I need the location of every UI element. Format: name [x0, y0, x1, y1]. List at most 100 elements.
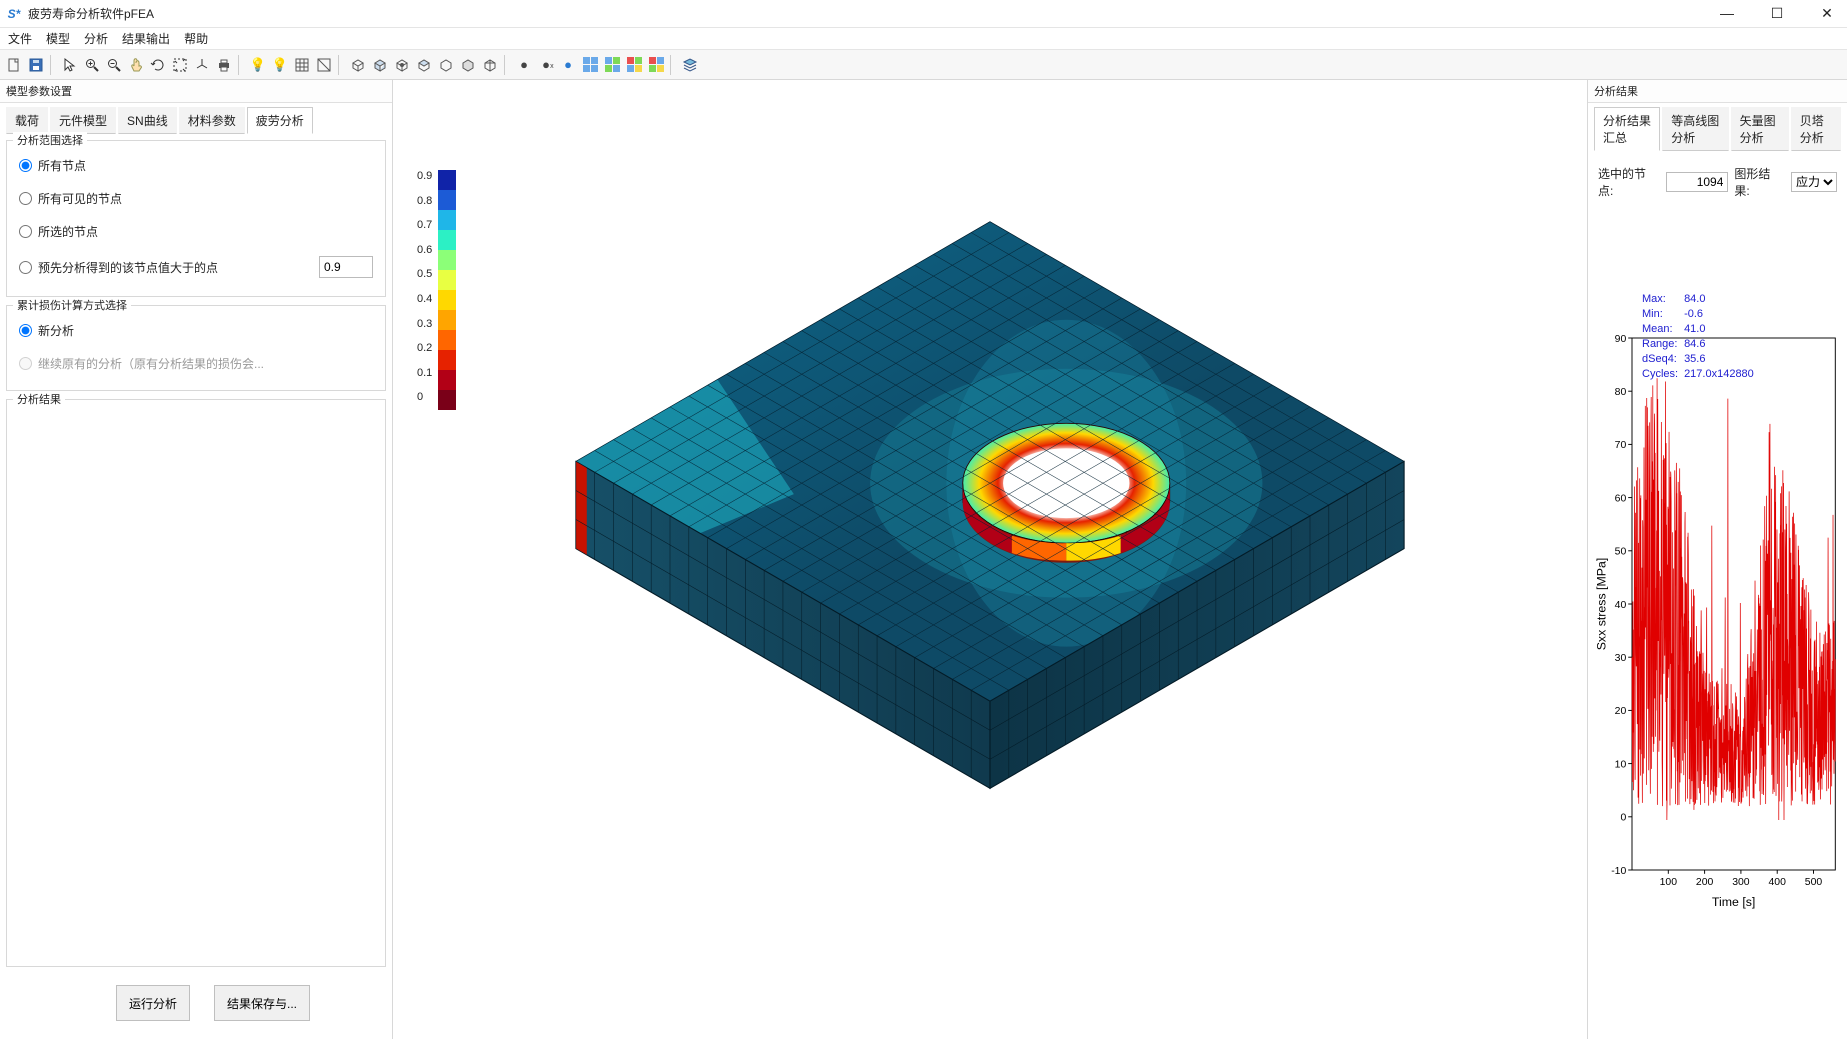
menu-output[interactable]: 结果输出	[122, 30, 170, 47]
result-group: 分析结果	[6, 399, 386, 967]
zoom-out-icon[interactable]	[104, 55, 124, 75]
layers-icon[interactable]	[680, 55, 700, 75]
save-icon[interactable]	[26, 55, 46, 75]
iso4-icon[interactable]	[414, 55, 434, 75]
tab-material[interactable]: 材料参数	[179, 107, 245, 134]
selected-node-input[interactable]	[1666, 172, 1728, 192]
tab-load[interactable]: 载荷	[6, 107, 48, 134]
svg-text:30: 30	[1615, 653, 1627, 664]
radio-threshold[interactable]: 预先分析得到的该节点值大于的点	[19, 259, 218, 276]
radio-continue-analysis: 继续原有的分析（原有分析结果的损伤会...	[15, 347, 377, 380]
color-legend: 0.90.80.70.60.50.40.30.20.10	[417, 170, 456, 416]
svg-text:-10: -10	[1611, 866, 1626, 877]
legend-ticks: 0.90.80.70.60.50.40.30.20.10	[417, 170, 432, 416]
pan-icon[interactable]	[126, 55, 146, 75]
svg-text:70: 70	[1615, 440, 1627, 451]
left-panel: 模型参数设置 载荷 元件模型 SN曲线 材料参数 疲劳分析 分析范围选择 所有节…	[0, 80, 393, 1039]
quad-multi-icon[interactable]	[624, 55, 644, 75]
toolbar: 💡 💡 ● ●x ●	[0, 50, 1847, 80]
legend-bar	[438, 170, 456, 410]
tab-summary[interactable]: 分析结果汇总	[1594, 107, 1660, 151]
method-group-title: 累计损伤计算方式选择	[13, 297, 131, 313]
svg-text:100: 100	[1660, 877, 1678, 888]
titlebar: S* 疲劳寿命分析软件pFEA — ☐ ✕	[0, 0, 1847, 28]
iso2-icon[interactable]	[370, 55, 390, 75]
new-icon[interactable]	[4, 55, 24, 75]
left-tabs: 载荷 元件模型 SN曲线 材料参数 疲劳分析	[6, 107, 386, 134]
radio-visible-nodes[interactable]: 所有可见的节点	[15, 182, 377, 215]
svg-text:0: 0	[1620, 813, 1626, 824]
zoom-in-icon[interactable]	[82, 55, 102, 75]
iso3-icon[interactable]	[392, 55, 412, 75]
close-button[interactable]: ✕	[1813, 5, 1841, 22]
svg-text:40: 40	[1615, 600, 1627, 611]
dot-dark-icon[interactable]: ●	[514, 55, 534, 75]
svg-text:500: 500	[1805, 877, 1823, 888]
minimize-button[interactable]: —	[1713, 5, 1741, 22]
iso6-icon[interactable]	[458, 55, 478, 75]
idea-icon[interactable]: 💡	[248, 55, 268, 75]
tab-vector[interactable]: 矢量图分析	[1731, 107, 1789, 151]
viewport-3d[interactable]: 0.90.80.70.60.50.40.30.20.10	[393, 80, 1587, 1039]
radio-selected-nodes[interactable]: 所选的节点	[15, 215, 377, 248]
tab-sn[interactable]: SN曲线	[118, 107, 177, 134]
maximize-button[interactable]: ☐	[1763, 5, 1791, 22]
cursor-icon[interactable]	[60, 55, 80, 75]
menu-file[interactable]: 文件	[8, 30, 32, 47]
svg-text:60: 60	[1615, 493, 1627, 504]
svg-text:300: 300	[1732, 877, 1750, 888]
app-icon: S*	[6, 6, 22, 22]
scope-group: 分析范围选择 所有节点 所有可见的节点 所选的节点 预先分析得到的该节点值大于的…	[6, 140, 386, 297]
svg-text:80: 80	[1615, 387, 1627, 398]
axes-icon[interactable]	[192, 55, 212, 75]
graph-result-select[interactable]: 应力	[1791, 172, 1837, 192]
iso1-icon[interactable]	[348, 55, 368, 75]
radio-all-nodes[interactable]: 所有节点	[15, 149, 377, 182]
graph-result-label: 图形结果:	[1734, 165, 1785, 199]
iso7-icon[interactable]	[480, 55, 500, 75]
iso5-icon[interactable]	[436, 55, 456, 75]
tab-beta[interactable]: 贝塔分析	[1791, 107, 1841, 151]
quad-green-icon[interactable]	[602, 55, 622, 75]
svg-text:Sxx stress [MPa]: Sxx stress [MPa]	[1594, 558, 1608, 651]
right-panel: 分析结果 分析结果汇总 等高线图分析 矢量图分析 贝塔分析 选中的节点: 图形结…	[1587, 80, 1847, 1039]
menubar: 文件 模型 分析 结果输出 帮助	[0, 28, 1847, 50]
menu-help[interactable]: 帮助	[184, 30, 208, 47]
run-analysis-button[interactable]: 运行分析	[116, 985, 190, 1021]
tab-component[interactable]: 元件模型	[50, 107, 116, 134]
scope-group-title: 分析范围选择	[13, 132, 87, 148]
window-buttons: — ☐ ✕	[1713, 5, 1841, 22]
radio-new-analysis[interactable]: 新分析	[15, 314, 377, 347]
svg-text:10: 10	[1615, 759, 1627, 770]
svg-text:Time [s]: Time [s]	[1712, 895, 1755, 909]
svg-text:20: 20	[1615, 706, 1627, 717]
result-group-title: 分析结果	[13, 391, 65, 407]
dot-blue-icon[interactable]: ●	[558, 55, 578, 75]
svg-text:400: 400	[1769, 877, 1787, 888]
method-group: 累计损伤计算方式选择 新分析 继续原有的分析（原有分析结果的损伤会...	[6, 305, 386, 391]
idea-yellow-icon[interactable]: 💡	[270, 55, 290, 75]
right-tabs: 分析结果汇总 等高线图分析 矢量图分析 贝塔分析	[1594, 107, 1841, 151]
threshold-input[interactable]	[319, 256, 373, 278]
tab-fatigue[interactable]: 疲劳分析	[247, 107, 313, 134]
selected-node-label: 选中的节点:	[1598, 165, 1660, 199]
menu-model[interactable]: 模型	[46, 30, 70, 47]
left-panel-title: 模型参数设置	[0, 80, 392, 103]
svg-text:50: 50	[1615, 547, 1627, 558]
right-panel-title: 分析结果	[1588, 80, 1847, 103]
menu-analysis[interactable]: 分析	[84, 30, 108, 47]
grid-icon[interactable]	[292, 55, 312, 75]
dot-xyz-icon[interactable]: ●x	[536, 55, 556, 75]
toggle-icon[interactable]	[314, 55, 334, 75]
fit-icon[interactable]	[170, 55, 190, 75]
tab-contour[interactable]: 等高线图分析	[1662, 107, 1728, 151]
svg-text:90: 90	[1615, 334, 1627, 345]
quad-multi2-icon[interactable]	[646, 55, 666, 75]
chart-stats: Max:84.0Min:-0.6Mean:41.0Range:84.6dSeq4…	[1640, 291, 1756, 383]
rotate-icon[interactable]	[148, 55, 168, 75]
stress-chart[interactable]: -10 0 10 20 30 40 50 60 70 80 90 100 200 300 400 500 Tim…	[1594, 211, 1841, 1035]
quad-blue-icon[interactable]	[580, 55, 600, 75]
svg-text:200: 200	[1696, 877, 1714, 888]
print-icon[interactable]	[214, 55, 234, 75]
save-result-button[interactable]: 结果保存与...	[214, 985, 310, 1021]
